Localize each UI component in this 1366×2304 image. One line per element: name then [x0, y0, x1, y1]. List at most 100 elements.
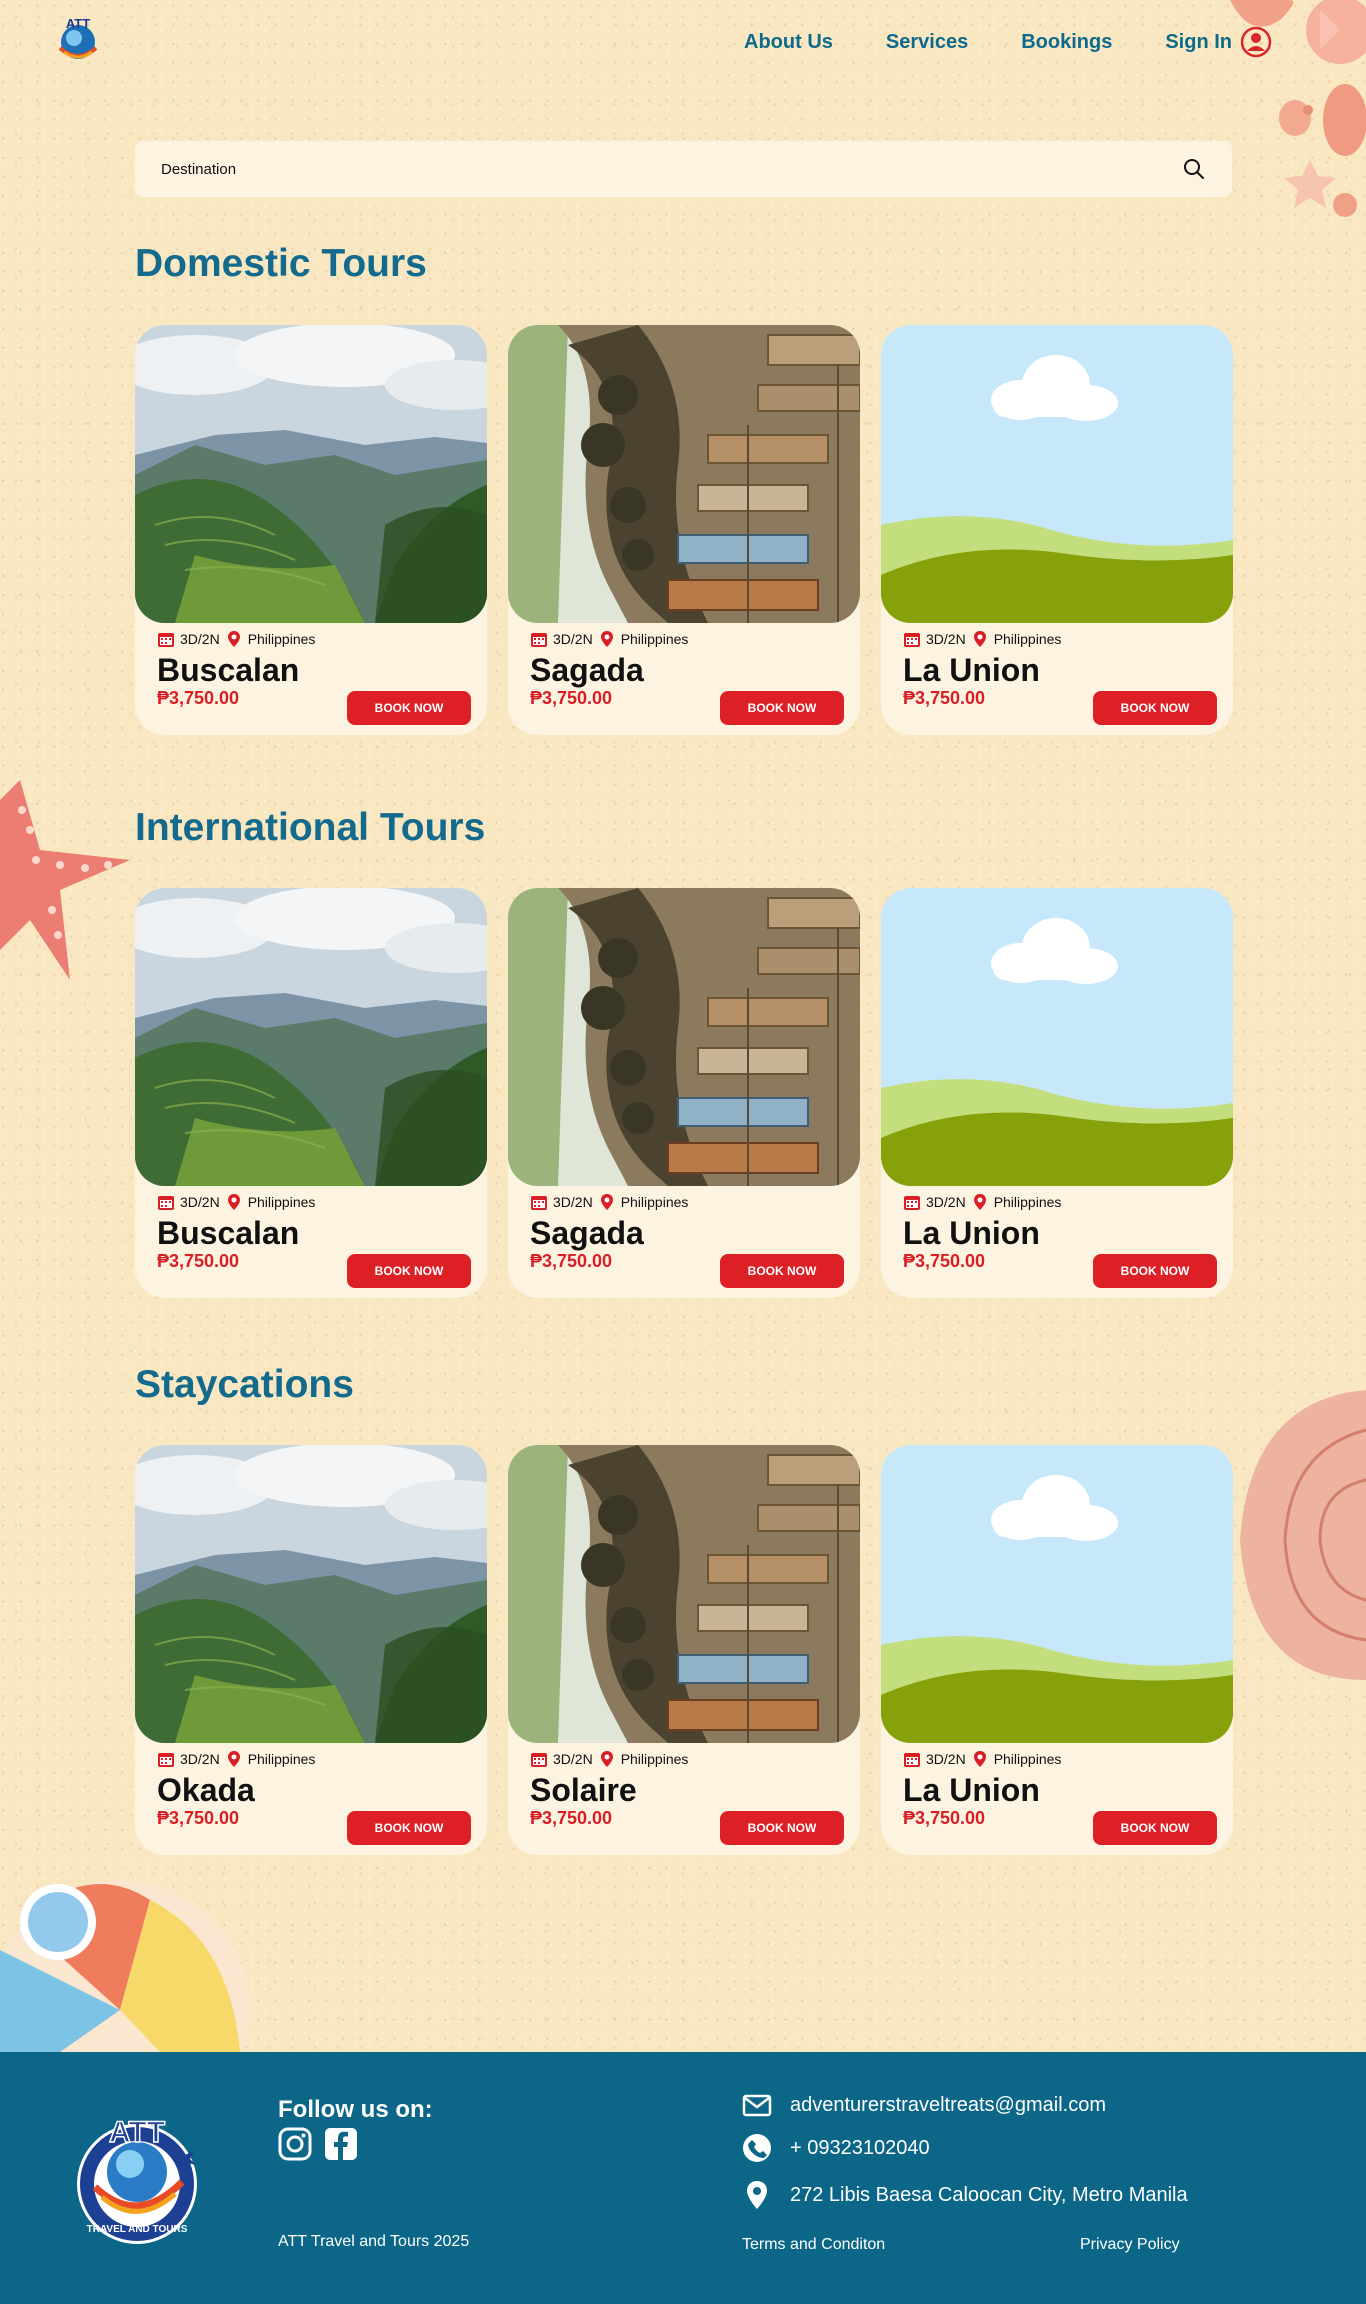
- card-location: Philippines: [247, 631, 316, 647]
- calendar-icon: [158, 1196, 174, 1210]
- card-duration: 3D/2N: [553, 631, 593, 647]
- starfish-decoration: [0, 780, 130, 980]
- footer: ATT TRAVEL AND TOURS Follow us on: ATT T…: [0, 2052, 1366, 2304]
- tour-card[interactable]: 3D/2N Philippines Buscalan ₱3,750.00 BOO…: [135, 325, 487, 735]
- tour-card[interactable]: 3D/2N Philippines La Union ₱3,750.00 BOO…: [881, 888, 1233, 1298]
- card-price: ₱3,750.00: [157, 1808, 240, 1828]
- book-now-button[interactable]: BOOK NOW: [1093, 1254, 1217, 1288]
- card-duration: 3D/2N: [180, 1194, 220, 1210]
- calendar-icon: [158, 1753, 174, 1767]
- card-name: Solaire: [530, 1772, 637, 1808]
- card-image-hanging-coffins: [508, 888, 860, 1186]
- book-now-button[interactable]: BOOK NOW: [1093, 1811, 1217, 1845]
- book-now-button[interactable]: BOOK NOW: [720, 1811, 844, 1845]
- beach-ball-decoration: [0, 1880, 250, 2052]
- tour-card[interactable]: 3D/2N Philippines Sagada ₱3,750.00 BOOK …: [508, 325, 860, 735]
- att-travel-and-tours-logo[interactable]: ATT TRAVEL AND TOURS: [60, 2102, 215, 2257]
- page: ATT About Us Services Bookings Sign In D…: [0, 0, 1366, 2304]
- terms-and-conditions-link[interactable]: Terms and Conditon: [742, 2236, 885, 2254]
- location-pin-icon: [600, 1751, 613, 1767]
- att-logo[interactable]: ATT: [50, 12, 106, 68]
- card-duration: 3D/2N: [553, 1751, 593, 1767]
- nav-services[interactable]: Services: [886, 31, 968, 54]
- book-now-button[interactable]: BOOK NOW: [347, 1254, 471, 1288]
- tour-card[interactable]: 3D/2N Philippines La Union ₱3,750.00 BOO…: [881, 1445, 1233, 1855]
- book-now-button[interactable]: BOOK NOW: [347, 691, 471, 725]
- section-title-international: International Tours: [135, 806, 486, 849]
- card-meta: 3D/2N Philippines: [903, 1193, 1061, 1211]
- location-pin-icon: [973, 1751, 986, 1767]
- nav-bookings[interactable]: Bookings: [1021, 31, 1112, 54]
- card-meta: 3D/2N Philippines: [157, 1193, 315, 1211]
- book-now-button[interactable]: BOOK NOW: [720, 1254, 844, 1288]
- card-image-placeholder-landscape: [881, 325, 1233, 623]
- card-image-rice-terraces: [135, 325, 487, 623]
- phone-number[interactable]: + 09323102040: [790, 2137, 930, 2160]
- sign-in-link[interactable]: Sign In: [1165, 26, 1272, 58]
- card-duration: 3D/2N: [926, 1751, 966, 1767]
- location-pin-icon: [973, 1194, 986, 1210]
- card-name: La Union: [903, 1215, 1040, 1251]
- tour-card[interactable]: 3D/2N Philippines Solaire ₱3,750.00 BOOK…: [508, 1445, 860, 1855]
- international-tours-cards: 3D/2N Philippines Buscalan ₱3,750.00 BOO…: [135, 888, 1233, 1298]
- card-meta: 3D/2N Philippines: [530, 1193, 688, 1211]
- card-price: ₱3,750.00: [903, 1808, 986, 1828]
- location-pin-icon: [227, 1751, 240, 1767]
- footer-logo-ring-text: TRAVEL AND TOURS: [87, 2224, 188, 2235]
- facebook-icon[interactable]: [324, 2127, 358, 2161]
- card-duration: 3D/2N: [926, 1194, 966, 1210]
- mail-icon: [742, 2094, 772, 2117]
- card-image-placeholder-landscape: [881, 888, 1233, 1186]
- card-location: Philippines: [247, 1194, 316, 1210]
- domestic-tours-cards: 3D/2N Philippines Buscalan ₱3,750.00 BOO…: [135, 325, 1233, 735]
- tour-card[interactable]: 3D/2N Philippines Buscalan ₱3,750.00 BOO…: [135, 888, 487, 1298]
- card-image-hanging-coffins: [508, 1445, 860, 1743]
- card-price: ₱3,750.00: [530, 1251, 613, 1271]
- copyright-text: ATT Travel and Tours 2025: [278, 2233, 470, 2250]
- social-links: [278, 2127, 358, 2161]
- section-title-domestic: Domestic Tours: [135, 242, 427, 285]
- calendar-icon: [904, 1196, 920, 1210]
- card-name: La Union: [903, 652, 1040, 688]
- logo-letters: ATT: [66, 16, 90, 31]
- card-meta: 3D/2N Philippines: [903, 630, 1061, 648]
- card-image-rice-terraces: [135, 1445, 487, 1743]
- book-now-button[interactable]: BOOK NOW: [347, 1811, 471, 1845]
- tour-card[interactable]: 3D/2N Philippines La Union ₱3,750.00 BOO…: [881, 325, 1233, 735]
- calendar-icon: [531, 1753, 547, 1767]
- card-name: Buscalan: [157, 652, 300, 688]
- destination-search-input[interactable]: [161, 160, 1182, 178]
- calendar-icon: [158, 633, 174, 647]
- location-pin-icon: [973, 631, 986, 647]
- book-now-button[interactable]: BOOK NOW: [1093, 691, 1217, 725]
- instagram-icon[interactable]: [278, 2127, 312, 2161]
- book-now-button[interactable]: BOOK NOW: [720, 691, 844, 725]
- card-location: Philippines: [247, 1751, 316, 1767]
- address-text: 272 Libis Baesa Caloocan City, Metro Man…: [790, 2183, 1188, 2206]
- contact-email: adventurerstraveltreats@gmail.com: [742, 2090, 1106, 2120]
- tour-card[interactable]: 3D/2N Philippines Sagada ₱3,750.00 BOOK …: [508, 888, 860, 1298]
- card-name: Buscalan: [157, 1215, 300, 1251]
- location-pin-icon: [747, 2181, 767, 2209]
- main-nav: About Us Services Bookings Sign In: [744, 26, 1272, 58]
- nav-about-us[interactable]: About Us: [744, 31, 833, 54]
- card-name: Okada: [157, 1772, 255, 1808]
- privacy-policy-link[interactable]: Privacy Policy: [1080, 2236, 1180, 2254]
- phone-icon: [743, 2134, 771, 2162]
- location-pin-icon: [600, 1194, 613, 1210]
- card-price: ₱3,750.00: [157, 1251, 240, 1271]
- tour-card[interactable]: 3D/2N Philippines Okada ₱3,750.00 BOOK N…: [135, 1445, 487, 1855]
- search-icon[interactable]: [1182, 157, 1206, 181]
- card-name: Sagada: [530, 1215, 644, 1251]
- card-meta: 3D/2N Philippines: [530, 630, 688, 648]
- card-meta: 3D/2N Philippines: [530, 1750, 688, 1768]
- card-meta: 3D/2N Philippines: [903, 1750, 1061, 1768]
- email-address[interactable]: adventurerstraveltreats@gmail.com: [790, 2094, 1106, 2117]
- card-price: ₱3,750.00: [903, 688, 986, 708]
- card-image-hanging-coffins: [508, 325, 860, 623]
- contact-address: 272 Libis Baesa Caloocan City, Metro Man…: [742, 2180, 1188, 2210]
- staycations-cards: 3D/2N Philippines Okada ₱3,750.00 BOOK N…: [135, 1445, 1233, 1855]
- card-location: Philippines: [993, 1751, 1062, 1767]
- card-name: Sagada: [530, 652, 644, 688]
- card-duration: 3D/2N: [926, 631, 966, 647]
